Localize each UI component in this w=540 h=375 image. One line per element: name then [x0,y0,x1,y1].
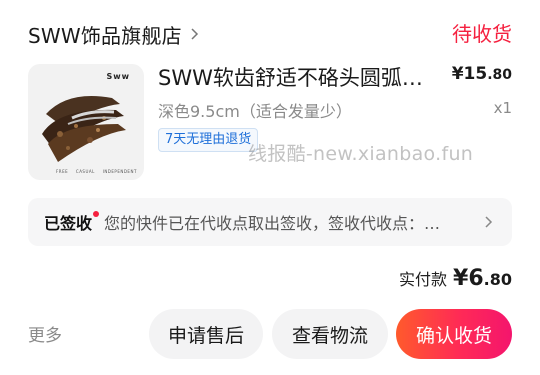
shop-link[interactable]: SWW饰品旗舰店 [28,18,202,50]
logistics-text: 您的快件已在代收点取出签收，签收代收点：… [104,214,441,233]
total-amount-decimal: .80 [483,270,512,289]
after-sale-button[interactable]: 申请售后 [149,309,263,359]
product-title[interactable]: SWW软齿舒适不硌头圆弧抓夹大号鲨鱼夹 [158,62,438,92]
shop-name: SWW饰品旗舰店 [28,23,182,48]
product-price-decimal: .80 [487,67,512,83]
total-amount-int: ¥6 [453,266,484,291]
logistics-status: 已签收 [44,210,100,234]
track-shipment-button[interactable]: 查看物流 [272,309,388,359]
hair-clip-illustration [42,96,126,162]
total-amount: ¥6.80 [453,266,512,291]
unread-dot [93,211,100,217]
total-paid: 实付款 ¥6.80 [399,266,512,291]
product-quantity: x1 [493,99,512,117]
product-spec: 深色9.5cm（适合发量少） [158,102,352,121]
logistics-banner[interactable]: 已签收 您的快件已在代收点取出签收，签收代收点：… [28,198,512,246]
watermark: 线报酷-new.xianbao.fun [248,143,474,165]
chevron-right-icon [485,216,493,228]
total-label: 实付款 [399,270,448,289]
product-image[interactable]: Sww FREE CASUAL INDEPENDENT [28,64,144,180]
product-image-tags: FREE CASUAL INDEPENDENT [56,169,137,174]
order-status: 待收货 [452,22,512,46]
product-price: ¥15.80 [452,64,512,84]
more-link[interactable]: 更多 [28,321,62,346]
confirm-receipt-button[interactable]: 确认收货 [396,309,512,359]
product-price-int: ¥15 [451,64,488,84]
chevron-right-icon [191,28,198,40]
order-card: SWW饰品旗舰店 待收货 Sww FREE CASUAL INDEPENDENT… [0,0,540,375]
logistics-status-label: 已签收 [44,214,93,233]
return-policy-badge: 7天无理由退货 [158,128,259,152]
